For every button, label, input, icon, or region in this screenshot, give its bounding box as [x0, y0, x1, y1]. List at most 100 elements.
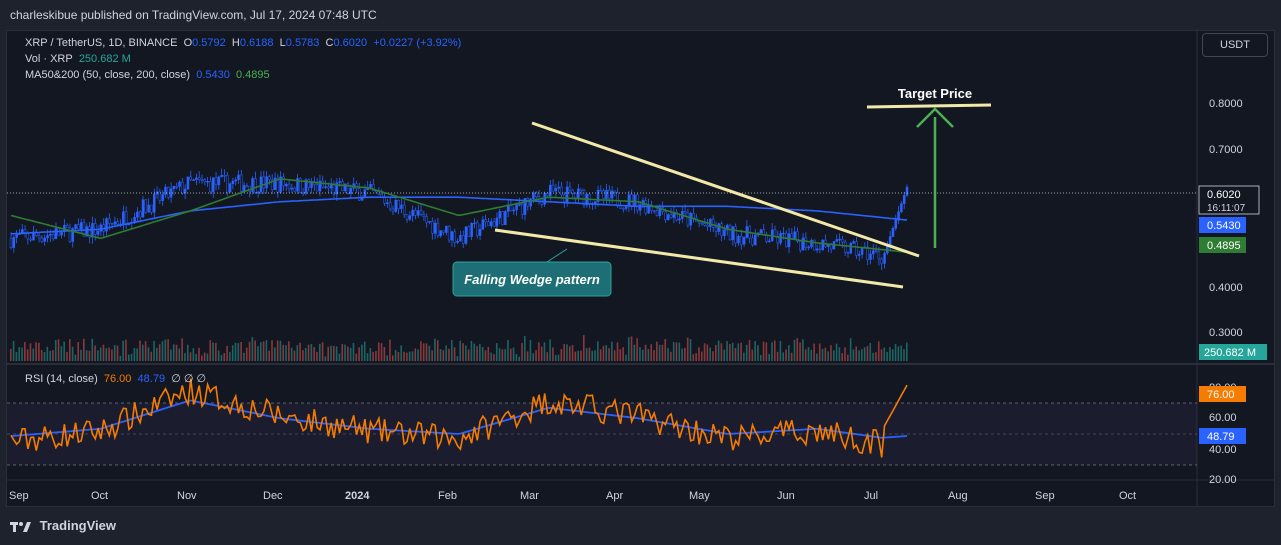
- price-chart-svg[interactable]: Target Price Falling Wedge pattern 0.800…: [7, 31, 1274, 506]
- volume-bar: [653, 350, 655, 361]
- pattern-callout-label[interactable]: Falling Wedge pattern: [464, 272, 600, 287]
- candle-body: [12, 237, 16, 248]
- volume-bar: [341, 343, 344, 361]
- rsi-legend[interactable]: RSI (14, close) 76.00 48.79 ∅ ∅ ∅: [25, 372, 206, 385]
- candle-body: [692, 213, 695, 219]
- currency-button[interactable]: USDT: [1202, 33, 1268, 57]
- candle-body: [855, 241, 858, 256]
- candle-body: [689, 213, 692, 226]
- symbol-legend[interactable]: XRP / TetherUS, 1D, BINANCE O0.5792 H0.6…: [25, 37, 461, 49]
- time-label: Jun: [777, 490, 795, 502]
- volume-bar: [563, 344, 565, 361]
- rsi-label: RSI (14, close): [25, 373, 98, 385]
- candle-body: [874, 250, 878, 252]
- candle-body: [869, 253, 872, 260]
- rsi-tick: 20.00: [1209, 474, 1237, 486]
- candle-body: [192, 179, 195, 182]
- close-value: 0.6020: [333, 37, 368, 49]
- volume-bar: [900, 345, 902, 361]
- volume-bar: [276, 340, 279, 361]
- volume-bar: [136, 348, 138, 361]
- candle-body: [116, 221, 119, 225]
- volume-label: Vol · XRP: [25, 53, 73, 65]
- volume-bar: [827, 351, 829, 361]
- volume-bar: [302, 350, 304, 361]
- candle-body: [706, 225, 709, 227]
- volume-bar: [855, 346, 858, 361]
- volume-bar: [782, 352, 785, 361]
- volume-bar: [97, 350, 99, 361]
- volume-bar: [60, 346, 63, 361]
- volume-bar: [613, 350, 616, 361]
- candle-body: [731, 226, 735, 241]
- volume-bar: [709, 347, 711, 361]
- candle-body: [669, 214, 673, 218]
- volume-bar: [813, 343, 815, 361]
- volume-bar: [206, 353, 209, 361]
- volume-bar: [223, 353, 226, 361]
- candle-body: [195, 177, 198, 181]
- volume-bar: [377, 342, 380, 361]
- volume-bar: [307, 344, 310, 361]
- price-tick: 0.4000: [1209, 282, 1243, 294]
- ma-legend[interactable]: MA50&200 (50, close, 200, close) 0.5430 …: [25, 69, 270, 81]
- price-tick: 0.3000: [1209, 327, 1243, 339]
- volume-bar: [625, 354, 627, 361]
- symbol-name[interactable]: XRP / TetherUS, 1D, BINANCE: [25, 37, 177, 49]
- volume-bar: [164, 339, 167, 361]
- candle-body: [169, 188, 173, 198]
- volume-bar: [274, 347, 276, 361]
- volume-bar: [355, 353, 358, 361]
- volume-bar: [540, 346, 543, 361]
- volume-bar: [397, 352, 400, 361]
- chart-pane[interactable]: Target Price Falling Wedge pattern 0.800…: [6, 30, 1275, 507]
- volume-bar: [178, 348, 181, 361]
- candle-body: [459, 235, 462, 242]
- volume-bar: [698, 347, 700, 361]
- candle-body: [315, 184, 319, 192]
- volume-bar: [94, 345, 96, 361]
- volume-bar: [793, 339, 796, 361]
- volume-bar: [588, 347, 591, 361]
- volume-bar: [473, 343, 476, 361]
- candle-body: [481, 219, 485, 230]
- candle-body: [605, 189, 608, 199]
- volume-bar: [108, 347, 110, 361]
- candle-body: [622, 208, 625, 210]
- candle-body: [723, 229, 726, 236]
- candle-body: [77, 224, 80, 230]
- volume-bar: [361, 344, 363, 361]
- time-axis[interactable]: Sep Oct Nov Dec 2024 Feb Mar Apr May Jun…: [9, 490, 1136, 502]
- volume-bar: [330, 345, 332, 361]
- rsi-tag-value: 76.00: [1207, 389, 1235, 401]
- candle-body: [652, 210, 656, 213]
- candle-body: [453, 231, 457, 243]
- publisher-bar: charleskibue published on TradingView.co…: [0, 0, 1281, 30]
- volume-bar: [605, 345, 608, 361]
- target-price-label[interactable]: Target Price: [898, 86, 972, 101]
- volume-bar: [880, 349, 883, 361]
- candle-body: [386, 202, 389, 204]
- volume-bar: [175, 344, 178, 361]
- volume-bar: [420, 341, 422, 361]
- candle-body: [231, 180, 235, 185]
- time-label: Feb: [438, 490, 457, 502]
- volume-bar: [858, 350, 860, 361]
- target-price-line[interactable]: [866, 103, 992, 109]
- candle-body: [551, 184, 555, 192]
- tradingview-logo-icon: [10, 521, 31, 532]
- volume-bar: [111, 349, 113, 361]
- volume-legend[interactable]: Vol · XRP 250.682 M: [25, 53, 131, 65]
- candle-body: [720, 223, 723, 236]
- candle-body: [742, 237, 746, 245]
- volume-bar: [493, 354, 495, 361]
- time-label: Sep: [1035, 490, 1055, 502]
- volume-bar: [465, 345, 467, 361]
- publisher-line: charleskibue published on TradingView.co…: [10, 8, 377, 22]
- candle-body: [902, 195, 906, 204]
- volume-bar: [282, 344, 285, 361]
- volume-bar: [670, 351, 672, 361]
- candle-body: [397, 200, 400, 209]
- volume-bar: [535, 350, 537, 361]
- candle-body: [740, 236, 743, 245]
